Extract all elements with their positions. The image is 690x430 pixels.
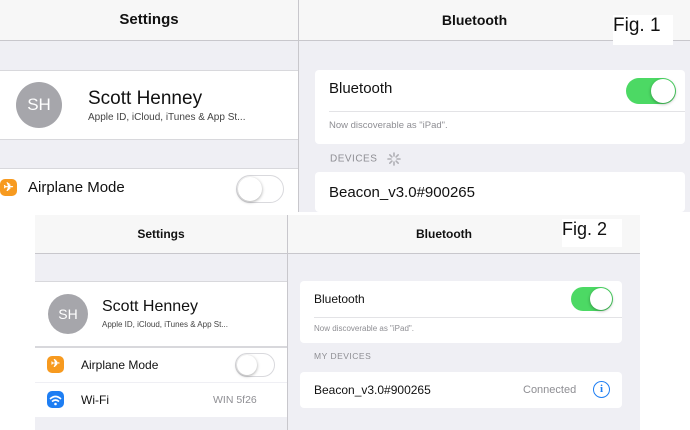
airplane-mode-label: Airplane Mode	[28, 179, 125, 196]
toggle-knob	[590, 288, 612, 310]
sidebar-item-airplane-mode[interactable]: ✈ Airplane Mode	[35, 347, 287, 382]
sidebar-item-wifi[interactable]: Wi-Fi WIN 5f26	[35, 383, 287, 417]
toggle-knob	[651, 79, 675, 103]
settings-sidebar: Settings SH Scott Henney Apple ID, iClou…	[0, 0, 299, 212]
airplane-mode-toggle[interactable]	[235, 353, 275, 377]
bluetooth-toggle[interactable]	[626, 78, 676, 104]
profile-name: Scott Henney	[102, 298, 199, 315]
toggle-knob	[238, 177, 262, 201]
sidebar-item-airplane-mode[interactable]: ✈ Airplane Mode	[0, 168, 298, 212]
loading-spinner-icon	[386, 152, 401, 166]
bluetooth-label: Bluetooth	[329, 80, 393, 97]
discoverable-note: Now discoverable as "iPad".	[329, 120, 448, 131]
devices-header-label: DEVICES	[330, 153, 378, 165]
airplane-mode-toggle[interactable]	[236, 175, 284, 203]
profile-subtitle: Apple ID, iCloud, iTunes & App St...	[88, 112, 246, 123]
profile-subtitle: Apple ID, iCloud, iTunes & App St...	[102, 320, 228, 329]
sidebar-title: Settings	[0, 0, 298, 41]
bluetooth-label: Bluetooth	[314, 292, 365, 306]
devices-header: DEVICES	[330, 152, 401, 166]
discoverable-note: Now discoverable as "iPad".	[314, 324, 414, 333]
devices-header: MY DEVICES	[314, 351, 372, 361]
bluetooth-card: Bluetooth Now discoverable as "iPad".	[315, 70, 685, 144]
wifi-network-value: WIN 5f26	[213, 394, 257, 406]
figure-2: Settings SH Scott Henney Apple ID, iClou…	[35, 215, 640, 430]
profile-row[interactable]: SH Scott Henney Apple ID, iCloud, iTunes…	[0, 70, 298, 140]
avatar: SH	[16, 82, 62, 128]
toggle-knob	[237, 355, 257, 375]
info-icon[interactable]: i	[593, 381, 610, 398]
device-name: Beacon_v3.0#900265	[314, 383, 431, 397]
device-status: Connected	[523, 384, 577, 396]
bluetooth-card: Bluetooth Now discoverable as "iPad".	[300, 281, 622, 343]
figure-1: Settings SH Scott Henney Apple ID, iClou…	[0, 0, 690, 212]
settings-sidebar: Settings SH Scott Henney Apple ID, iClou…	[35, 215, 288, 430]
device-name: Beacon_v3.0#900265	[329, 184, 475, 201]
figure-label: Fig. 1	[613, 15, 673, 45]
bluetooth-pane: Bluetooth Bluetooth Now discoverable as …	[288, 215, 640, 430]
figure-label: Fig. 2	[562, 219, 622, 247]
sidebar-title: Settings	[35, 215, 287, 254]
wifi-label: Wi-Fi	[81, 393, 109, 407]
airplane-icon: ✈	[47, 356, 64, 373]
avatar: SH	[48, 294, 88, 334]
profile-row[interactable]: SH Scott Henney Apple ID, iCloud, iTunes…	[35, 281, 287, 347]
bluetooth-toggle[interactable]	[571, 287, 613, 311]
airplane-mode-label: Airplane Mode	[81, 358, 159, 372]
device-row[interactable]: Beacon_v3.0#900265 Connected i	[300, 372, 622, 408]
divider	[314, 317, 622, 318]
divider	[329, 111, 685, 112]
device-row[interactable]: Beacon_v3.0#900265	[315, 172, 685, 212]
profile-name: Scott Henney	[88, 88, 203, 109]
airplane-icon: ✈	[0, 179, 17, 196]
wifi-icon	[47, 391, 64, 408]
